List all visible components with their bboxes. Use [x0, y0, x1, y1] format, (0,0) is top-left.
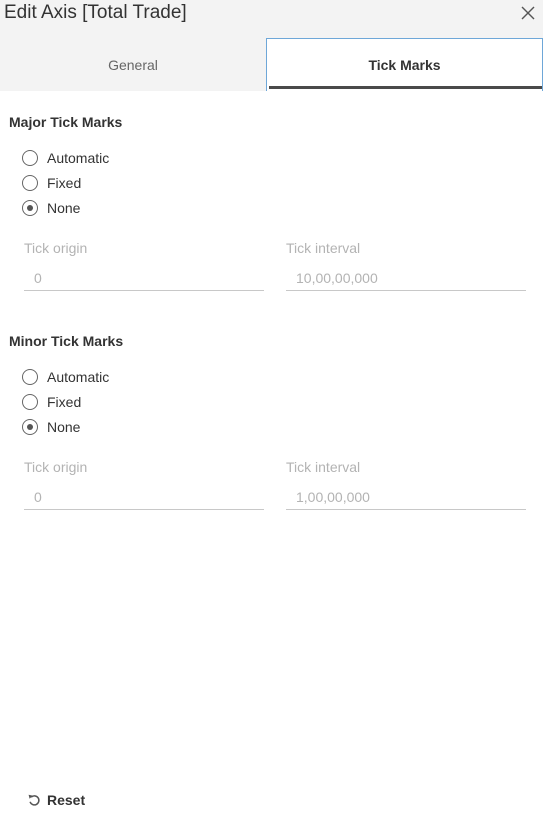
active-tab-indicator: [269, 86, 542, 89]
minor-radio-automatic-circle[interactable]: [22, 369, 38, 385]
reset-label: Reset: [47, 792, 86, 808]
major-radio-automatic-label: Automatic: [47, 150, 110, 166]
major-tick-origin-label: Tick origin: [24, 240, 88, 256]
minor-radio-automatic[interactable]: Automatic: [22, 367, 109, 387]
close-icon[interactable]: [519, 4, 537, 22]
major-radio-fixed-label: Fixed: [47, 175, 82, 191]
major-tick-origin-input[interactable]: [24, 265, 264, 291]
tab-bar: General Tick Marks: [0, 38, 543, 91]
minor-tick-origin-label: Tick origin: [24, 459, 88, 475]
dialog-titlebar: Edit Axis [Total Trade]: [0, 0, 543, 38]
dialog-title: Edit Axis [Total Trade]: [4, 2, 187, 23]
tab-general[interactable]: General: [0, 38, 266, 91]
minor-radio-fixed-label: Fixed: [47, 394, 82, 410]
minor-radio-automatic-label: Automatic: [47, 369, 110, 385]
tab-tick-marks-label: Tick Marks: [368, 57, 441, 73]
minor-tick-interval-label: Tick interval: [286, 459, 361, 475]
minor-radio-none-circle[interactable]: [22, 419, 38, 435]
minor-tick-origin-input[interactable]: [24, 484, 264, 510]
major-tick-interval-input[interactable]: [286, 265, 526, 291]
reset-button[interactable]: Reset: [27, 792, 85, 808]
tab-general-label: General: [108, 56, 158, 73]
major-radio-fixed[interactable]: Fixed: [22, 173, 81, 193]
major-radio-automatic-circle[interactable]: [22, 150, 38, 166]
minor-radio-none-label: None: [47, 419, 81, 435]
major-radio-automatic[interactable]: Automatic: [22, 148, 109, 168]
major-radio-none-label: None: [47, 200, 81, 216]
minor-tick-marks-heading: Minor Tick Marks: [9, 333, 124, 349]
minor-radio-none[interactable]: None: [22, 417, 80, 437]
major-radio-none-circle[interactable]: [22, 200, 38, 216]
major-tick-marks-heading: Major Tick Marks: [9, 114, 123, 130]
major-radio-none[interactable]: None: [22, 198, 80, 218]
minor-radio-fixed[interactable]: Fixed: [22, 392, 81, 412]
undo-icon: [28, 794, 40, 806]
minor-tick-interval-input[interactable]: [286, 484, 526, 510]
major-tick-interval-label: Tick interval: [286, 240, 361, 256]
minor-radio-fixed-circle[interactable]: [22, 394, 38, 410]
tab-tick-marks[interactable]: Tick Marks: [266, 38, 543, 91]
major-radio-fixed-circle[interactable]: [22, 175, 38, 191]
